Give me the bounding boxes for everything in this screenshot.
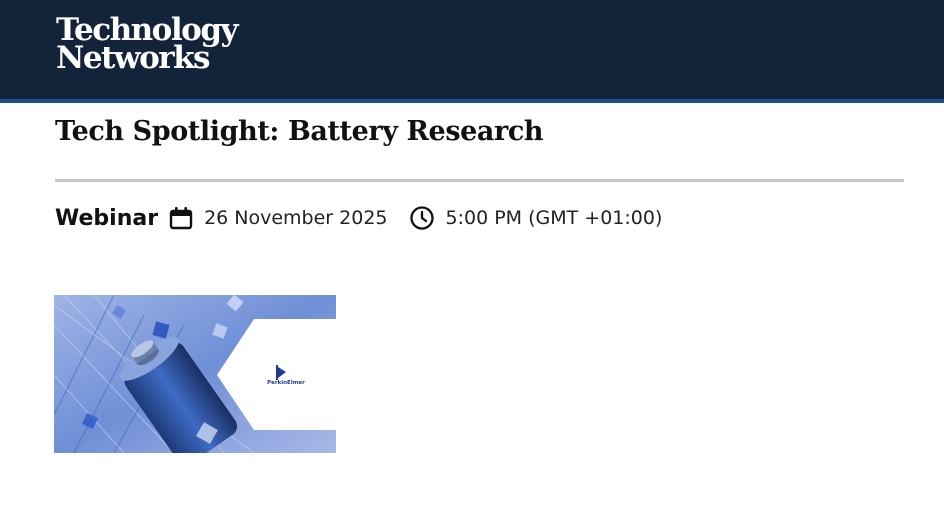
clock-icon — [409, 206, 434, 230]
webinar-thumbnail[interactable]: PerkinElmer — [54, 295, 336, 453]
sponsor-logo: PerkinElmer — [267, 380, 305, 386]
title-divider — [55, 179, 904, 182]
site-header: Technology Networks — [0, 0, 944, 103]
event-meta: Webinar 26 November 2025 5:00 PM (GMT +0… — [55, 203, 662, 233]
event-date: 26 November 2025 — [204, 207, 388, 229]
calendar-icon — [169, 206, 193, 230]
page-title: Tech Spotlight: Battery Research — [55, 116, 544, 147]
logo-line-2: Networks — [56, 40, 211, 76]
site-logo[interactable]: Technology Networks — [56, 15, 239, 76]
event-time: 5:00 PM (GMT +01:00) — [445, 207, 663, 229]
event-type: Webinar — [55, 205, 159, 231]
thumbnail-image: PerkinElmer — [54, 295, 336, 453]
